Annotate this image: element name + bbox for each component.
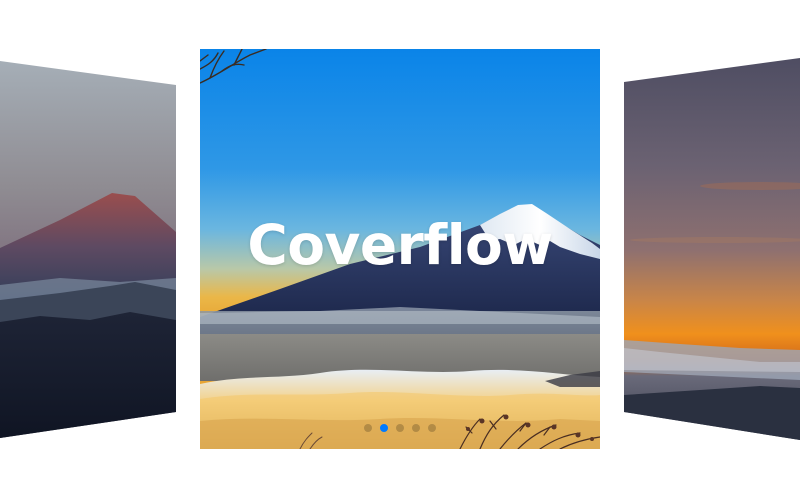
pagination-dot-3[interactable] xyxy=(396,424,404,432)
slide-caption: Coverflow xyxy=(247,213,553,277)
coverflow-carousel[interactable]: Coverflow xyxy=(0,0,800,500)
pagination-dot-1[interactable] xyxy=(364,424,372,432)
pagination xyxy=(200,423,600,433)
pagination-dot-2-active[interactable] xyxy=(380,424,388,432)
pagination-dot-4[interactable] xyxy=(412,424,420,432)
pagination-dot-5[interactable] xyxy=(428,424,436,432)
slide-active[interactable]: Coverflow xyxy=(200,49,600,449)
